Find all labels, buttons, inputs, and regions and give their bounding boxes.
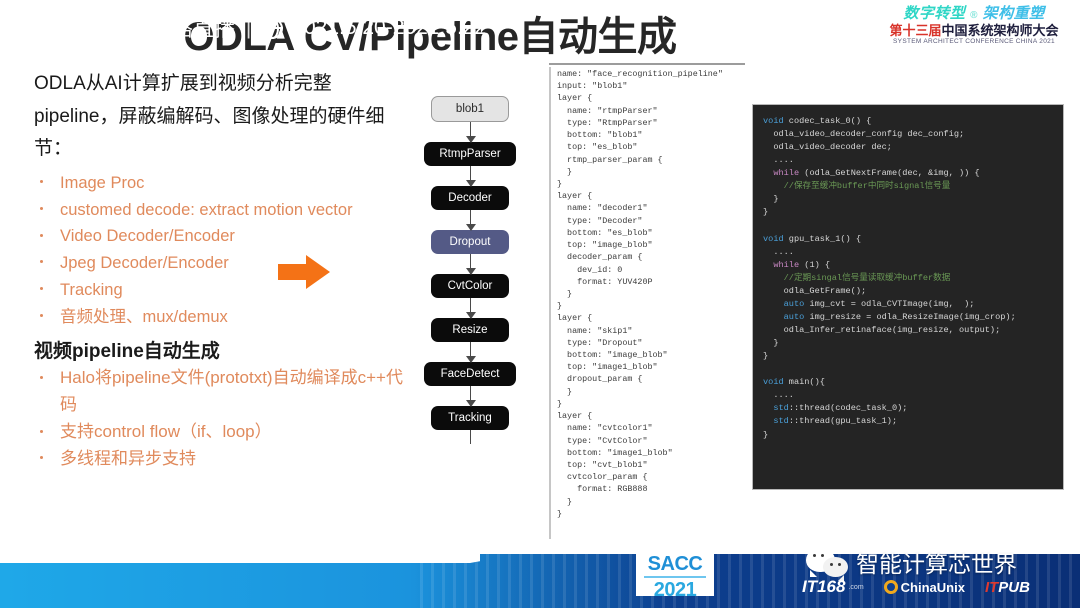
conference-name-main: 中国系统架构师大会	[941, 23, 1059, 38]
flow-arrow-icon	[466, 342, 477, 363]
list-item-label: Tracking	[60, 280, 123, 299]
conference-name: 第十三届中国系统架构师大会	[876, 24, 1072, 37]
flow-arrow-icon	[466, 298, 477, 319]
registered-mark-icon: ®	[970, 10, 978, 21]
list-item: Jpeg Decoder/Encoder	[34, 250, 404, 277]
cloud-icon	[22, 17, 52, 39]
bullet-dot-icon	[40, 180, 43, 184]
flow-arrow-icon	[466, 386, 477, 407]
list-item-label: 多线程和异步支持	[60, 448, 196, 468]
flow-node-rtmpparser: RtmpParser	[424, 142, 516, 166]
itpub-label: ITPUB	[985, 579, 1030, 596]
footer-live-label: 云上会议 网络直播	[61, 18, 235, 41]
list-item: customed decode: extract motion vector	[34, 197, 404, 224]
list-item-label: Image Proc	[60, 174, 145, 193]
cpp-code-panel: void codec_task_0() { odla_video_decoder…	[752, 104, 1064, 490]
list-item: Tracking	[34, 277, 404, 304]
list-item-label: Video Decoder/Encoder	[60, 227, 235, 246]
flow-node-decoder: Decoder	[431, 186, 509, 210]
bullet-dot-icon	[40, 456, 43, 460]
chinaunix-ring-icon	[883, 580, 898, 594]
flow-arrow-icon	[466, 166, 477, 187]
list-item: Image Proc	[34, 170, 404, 197]
it168-suffix: .com	[848, 583, 864, 591]
footer-dates: 2021.5.20-2021.5.22	[292, 16, 487, 39]
list-item: Halo将pipeline文件(prototxt)自动编译成c++代码	[34, 365, 404, 419]
list-item-label: customed decode: extract motion vector	[60, 200, 353, 219]
it168-label: IT168	[802, 577, 846, 596]
chinaunix-label: ChinaUnix	[900, 579, 965, 595]
conference-logo-tagline: 数字转型 ® 架构重塑	[876, 6, 1072, 21]
flow-to-prototxt-arrow	[278, 255, 330, 289]
cpp-code-content: void codec_task_0() { odla_video_decoder…	[763, 116, 1016, 440]
flow-node-cvtcolor: CvtColor	[431, 274, 509, 298]
it168-logo: IT168 .com	[802, 577, 864, 597]
list-item-label: 支持control flow（if、loop）	[60, 422, 272, 442]
flow-arrow-icon	[466, 210, 477, 231]
conference-logo: 数字转型 ® 架构重塑 第十三届中国系统架构师大会 SYSTEM ARCHITE…	[876, 6, 1072, 46]
bullet-dot-icon	[40, 287, 43, 291]
footer-separator: |	[245, 16, 252, 39]
list-item-label: 音频处理、mux/demux	[60, 307, 228, 326]
list-item-label: Jpeg Decoder/Encoder	[60, 254, 229, 273]
list-item: 支持control flow（if、loop）	[34, 419, 404, 446]
sacc-year: 2021	[653, 579, 697, 601]
list-item: 多线程和异步支持	[34, 446, 404, 473]
footer-live-info: 云上会议 网络直播 | 2021.5.20-2021.5.22	[22, 13, 486, 43]
flow-tail-line	[469, 430, 471, 444]
wechat-brand: 智能计算芯世界	[806, 545, 1017, 581]
prototxt-panel: name: "face_recognition_pipeline" input:…	[549, 63, 745, 539]
arrow-shaft	[278, 264, 308, 280]
autogen-bullet-list: Halo将pipeline文件(prototxt)自动编译成c++代码 支持co…	[34, 365, 404, 472]
panel-left-rail	[549, 67, 551, 539]
bullet-dot-icon	[40, 429, 43, 433]
feature-bullet-list: Image Proc customed decode: extract moti…	[34, 170, 404, 330]
sacc-divider	[644, 576, 706, 578]
conference-edition: 第十三届	[889, 23, 942, 38]
section-subheading: 视频pipeline自动生成	[34, 341, 220, 363]
list-item-label: Halo将pipeline文件(prototxt)自动编译成c++代码	[60, 368, 403, 415]
flow-node-dropout: Dropout	[431, 230, 509, 254]
pipeline-flowchart: blob1 RtmpParser Decoder Dropout CvtColo…	[418, 96, 522, 444]
sacc-name: SACC	[647, 553, 703, 575]
conference-tagline-left: 数字转型	[903, 5, 966, 22]
lead-paragraph: ODLA从AI计算扩展到视频分析完整pipeline，屏蔽编解码、图像处理的硬件…	[34, 73, 385, 160]
bullet-dot-icon	[40, 375, 43, 379]
globe-icon	[262, 17, 284, 39]
prototxt-content: name: "face_recognition_pipeline" input:…	[557, 69, 723, 519]
flow-node-blob1: blob1	[431, 96, 509, 122]
wechat-brand-name: 智能计算芯世界	[856, 551, 1017, 577]
list-item: 音频处理、mux/demux	[34, 304, 404, 331]
flow-arrow-icon	[466, 122, 477, 143]
left-content-column: ODLA从AI计算扩展到视频分析完整pipeline，屏蔽编解码、图像处理的硬件…	[34, 68, 404, 473]
footer-notch	[0, 554, 480, 563]
itpub-label-b: PUB	[998, 578, 1030, 596]
flow-node-resize: Resize	[431, 318, 509, 342]
flow-arrow-icon	[466, 254, 477, 275]
itpub-logo: ITPUB	[985, 579, 1030, 596]
bullet-dot-icon	[40, 206, 43, 210]
arrow-head-icon	[306, 255, 330, 289]
flow-node-facedetect: FaceDetect	[424, 362, 516, 386]
conference-name-english: SYSTEM ARCHITECT CONFERENCE CHINA 2021	[893, 38, 1055, 45]
bullet-dot-icon	[40, 260, 43, 264]
list-item: Video Decoder/Encoder	[34, 223, 404, 250]
chinaunix-logo: ChinaUnix	[883, 579, 965, 595]
bullet-dot-icon	[40, 313, 43, 317]
itpub-label-a: IT	[984, 578, 999, 596]
conference-tagline-right: 架构重塑	[982, 5, 1045, 22]
bullet-dot-icon	[40, 233, 43, 237]
partner-logos: IT168 .com ChinaUnix ITPUB	[802, 577, 1030, 597]
flow-node-tracking: Tracking	[431, 406, 509, 430]
sacc-badge: SACC 2021	[636, 550, 714, 600]
wechat-icon	[806, 546, 850, 581]
